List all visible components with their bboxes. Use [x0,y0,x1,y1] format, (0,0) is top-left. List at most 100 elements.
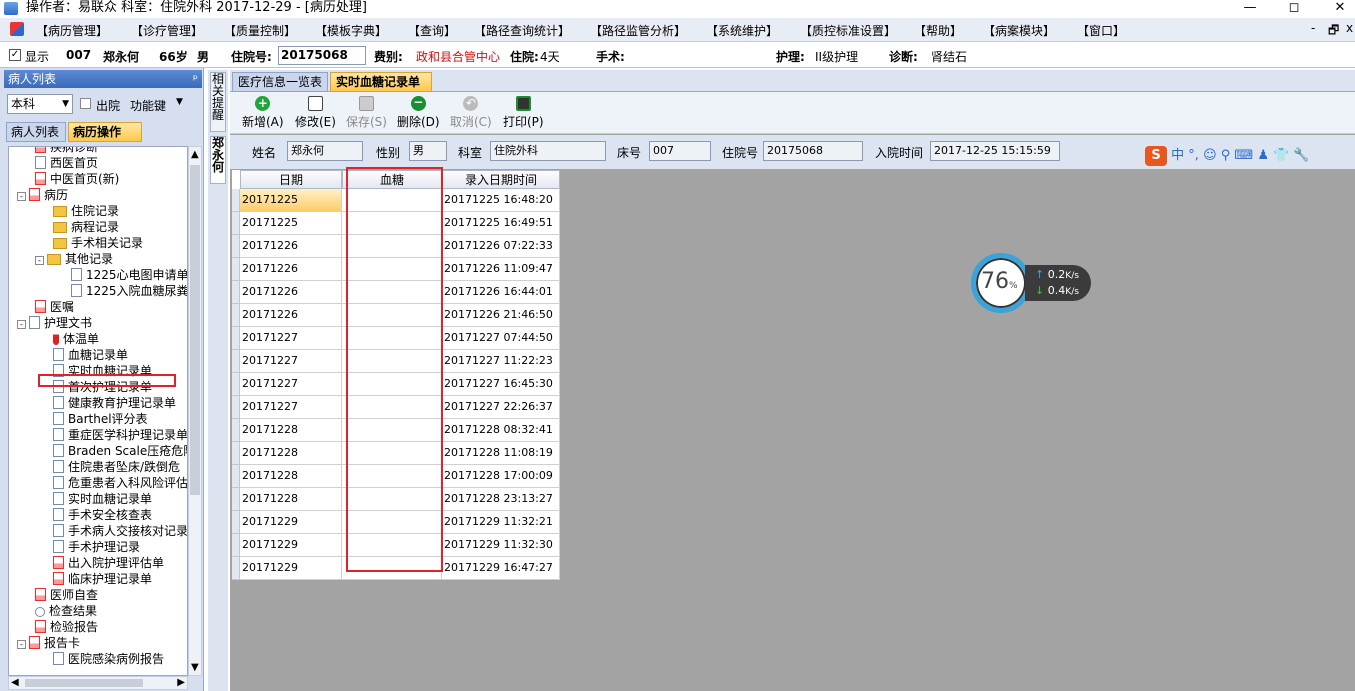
row-header[interactable] [232,419,240,442]
row-header[interactable] [232,304,240,327]
menu-query[interactable]: 【查询】 [408,22,456,39]
entry-time-cell[interactable]: 20171226 07:22:33 [442,235,560,258]
ime-lang[interactable]: 中 [1171,148,1184,163]
menu-qc-standard[interactable]: 【质控标准设置】 [800,22,896,39]
tree-item[interactable]: - 报告卡 [17,635,80,651]
tree-vscrollbar[interactable]: ▲ ▼ [188,146,202,676]
entry-time-cell[interactable]: 20171226 16:44:01 [442,281,560,304]
tree-item[interactable]: 1225入院血糖尿粪 [71,283,187,299]
tree-item[interactable]: 临床护理记录单 [53,571,152,587]
entry-time-cell[interactable]: 20171225 16:48:20 [442,189,560,212]
row-header[interactable] [232,327,240,350]
edit-button[interactable]: 修改(E) [295,96,336,130]
row-header[interactable] [232,534,240,557]
tree-item[interactable]: 住院患者坠床/跌倒危 [53,459,180,475]
tree-item[interactable]: 中医首页(新) [35,171,119,187]
dept-select[interactable]: 本科 ▼ [7,94,73,114]
tree-item[interactable]: 病程记录 [53,219,119,235]
tree-hscrollbar[interactable]: ◀ ▶ [8,676,188,690]
tree-item[interactable]: 重症医学科护理记录单 [53,427,187,443]
date-cell[interactable]: 20171229 [240,557,342,580]
date-cell[interactable]: 20171226 [240,281,342,304]
tree-item[interactable]: 西医首页 [35,155,98,171]
ime-toolbar[interactable]: S 中 °, ☺ ⚲ ⌨ ♟ 👕 🔧 [1145,144,1310,166]
collapse-icon[interactable]: - [17,640,26,649]
date-cell[interactable]: 20171225 [240,212,342,235]
menu-treatment[interactable]: 【诊疗管理】 [131,22,203,39]
mdi-close-button[interactable]: x [1346,21,1353,35]
date-cell[interactable]: 20171226 [240,258,342,281]
tab-patient-name[interactable]: 郑永何 [210,136,226,184]
tree-item[interactable]: 实时血糖记录单 [53,491,152,507]
row-header[interactable] [232,396,240,419]
scroll-up-icon[interactable]: ▲ [191,149,199,160]
entry-time-cell[interactable]: 20171225 16:49:51 [442,212,560,235]
collapse-icon[interactable]: - [17,320,26,329]
menu-quality[interactable]: 【质量控制】 [224,22,296,39]
tree-item[interactable]: 手术护理记录 [53,539,140,555]
bed-field[interactable]: 007 [649,141,711,161]
tree-item[interactable]: 1225心电图申请单 [71,267,187,283]
entry-time-cell[interactable]: 20171229 11:32:30 [442,534,560,557]
discharged-checkbox[interactable] [80,98,91,109]
sex-field[interactable]: 男 [409,141,447,161]
tab-patient-list[interactable]: 病人列表 [6,122,66,142]
ime-punct[interactable]: °, [1188,148,1199,163]
scroll-right-icon[interactable]: ▶ [177,677,185,688]
entry-time-cell[interactable]: 20171226 21:46:50 [442,304,560,327]
vscroll-thumb[interactable] [190,165,200,495]
row-header[interactable] [232,465,240,488]
tree-item[interactable]: 手术安全核查表 [53,507,152,523]
menu-path-monitor[interactable]: 【路径监管分析】 [590,22,686,39]
entry-time-cell[interactable]: 20171228 23:13:27 [442,488,560,511]
pin-icon[interactable]: ᵖ [193,70,198,88]
date-cell[interactable]: 20171228 [240,419,342,442]
tree-item[interactable]: 危重患者入科风险评估 [53,475,187,491]
tab-medical-overview[interactable]: 医疗信息一览表 [232,72,328,92]
name-field[interactable]: 郑永何 [287,141,363,161]
menu-case-module[interactable]: 【病案模块】 [983,22,1055,39]
cancel-button[interactable]: ↶ 取消(C) [450,96,492,130]
tree-item[interactable]: 检查结果 [35,603,97,619]
delete-button[interactable]: − 删除(D) [397,96,440,130]
close-button[interactable]: ✕ [1317,0,1355,18]
row-header[interactable] [232,212,240,235]
tree-item[interactable]: - 病历 [17,187,68,203]
entry-time-cell[interactable]: 20171228 08:32:41 [442,419,560,442]
date-cell[interactable]: 20171227 [240,327,342,350]
entry-time-cell[interactable]: 20171228 11:08:19 [442,442,560,465]
app-menu-icon[interactable] [10,22,24,36]
date-cell[interactable]: 20171229 [240,534,342,557]
date-cell[interactable]: 20171226 [240,235,342,258]
row-header[interactable] [232,373,240,396]
entry-time-cell[interactable]: 20171226 11:09:47 [442,258,560,281]
row-header[interactable] [232,281,240,304]
date-cell[interactable]: 20171226 [240,304,342,327]
tree-item[interactable]: 疾病诊断 [35,147,98,155]
tree-item[interactable]: 医院感染病例报告 [53,651,164,667]
date-cell[interactable]: 20171227 [240,350,342,373]
show-checkbox[interactable]: ✓ [9,49,21,61]
row-header[interactable] [232,511,240,534]
tree-item[interactable]: 手术病人交接核对记录 [53,523,187,539]
date-cell[interactable]: 20171227 [240,396,342,419]
admission-field[interactable]: 20175068 [763,141,863,161]
ime-tools-icon[interactable]: ☺ ⚲ ⌨ ♟ 👕 🔧 [1203,148,1310,163]
scroll-down-icon[interactable]: ▼ [191,662,199,673]
row-header[interactable] [232,442,240,465]
minimize-button[interactable]: — [1227,0,1273,18]
save-button[interactable]: 保存(S) [346,96,387,130]
entry-time-cell[interactable]: 20171229 11:32:21 [442,511,560,534]
col-entry-time[interactable]: 录入日期时间 [442,170,560,189]
mdi-restore-button[interactable]: 🗗 [1328,21,1339,42]
entry-time-cell[interactable]: 20171227 22:26:37 [442,396,560,419]
mdi-minimize-button[interactable]: - [1311,21,1315,35]
row-header[interactable] [232,488,240,511]
date-cell[interactable]: 20171228 [240,465,342,488]
add-button[interactable]: + 新增(A) [242,96,284,130]
maximize-button[interactable]: ◻ [1271,0,1317,18]
row-header[interactable] [232,189,240,212]
date-cell[interactable]: 20171228 [240,442,342,465]
tree-item[interactable]: 住院记录 [53,203,119,219]
tree-item[interactable]: Braden Scale压疮危险 [53,443,187,459]
